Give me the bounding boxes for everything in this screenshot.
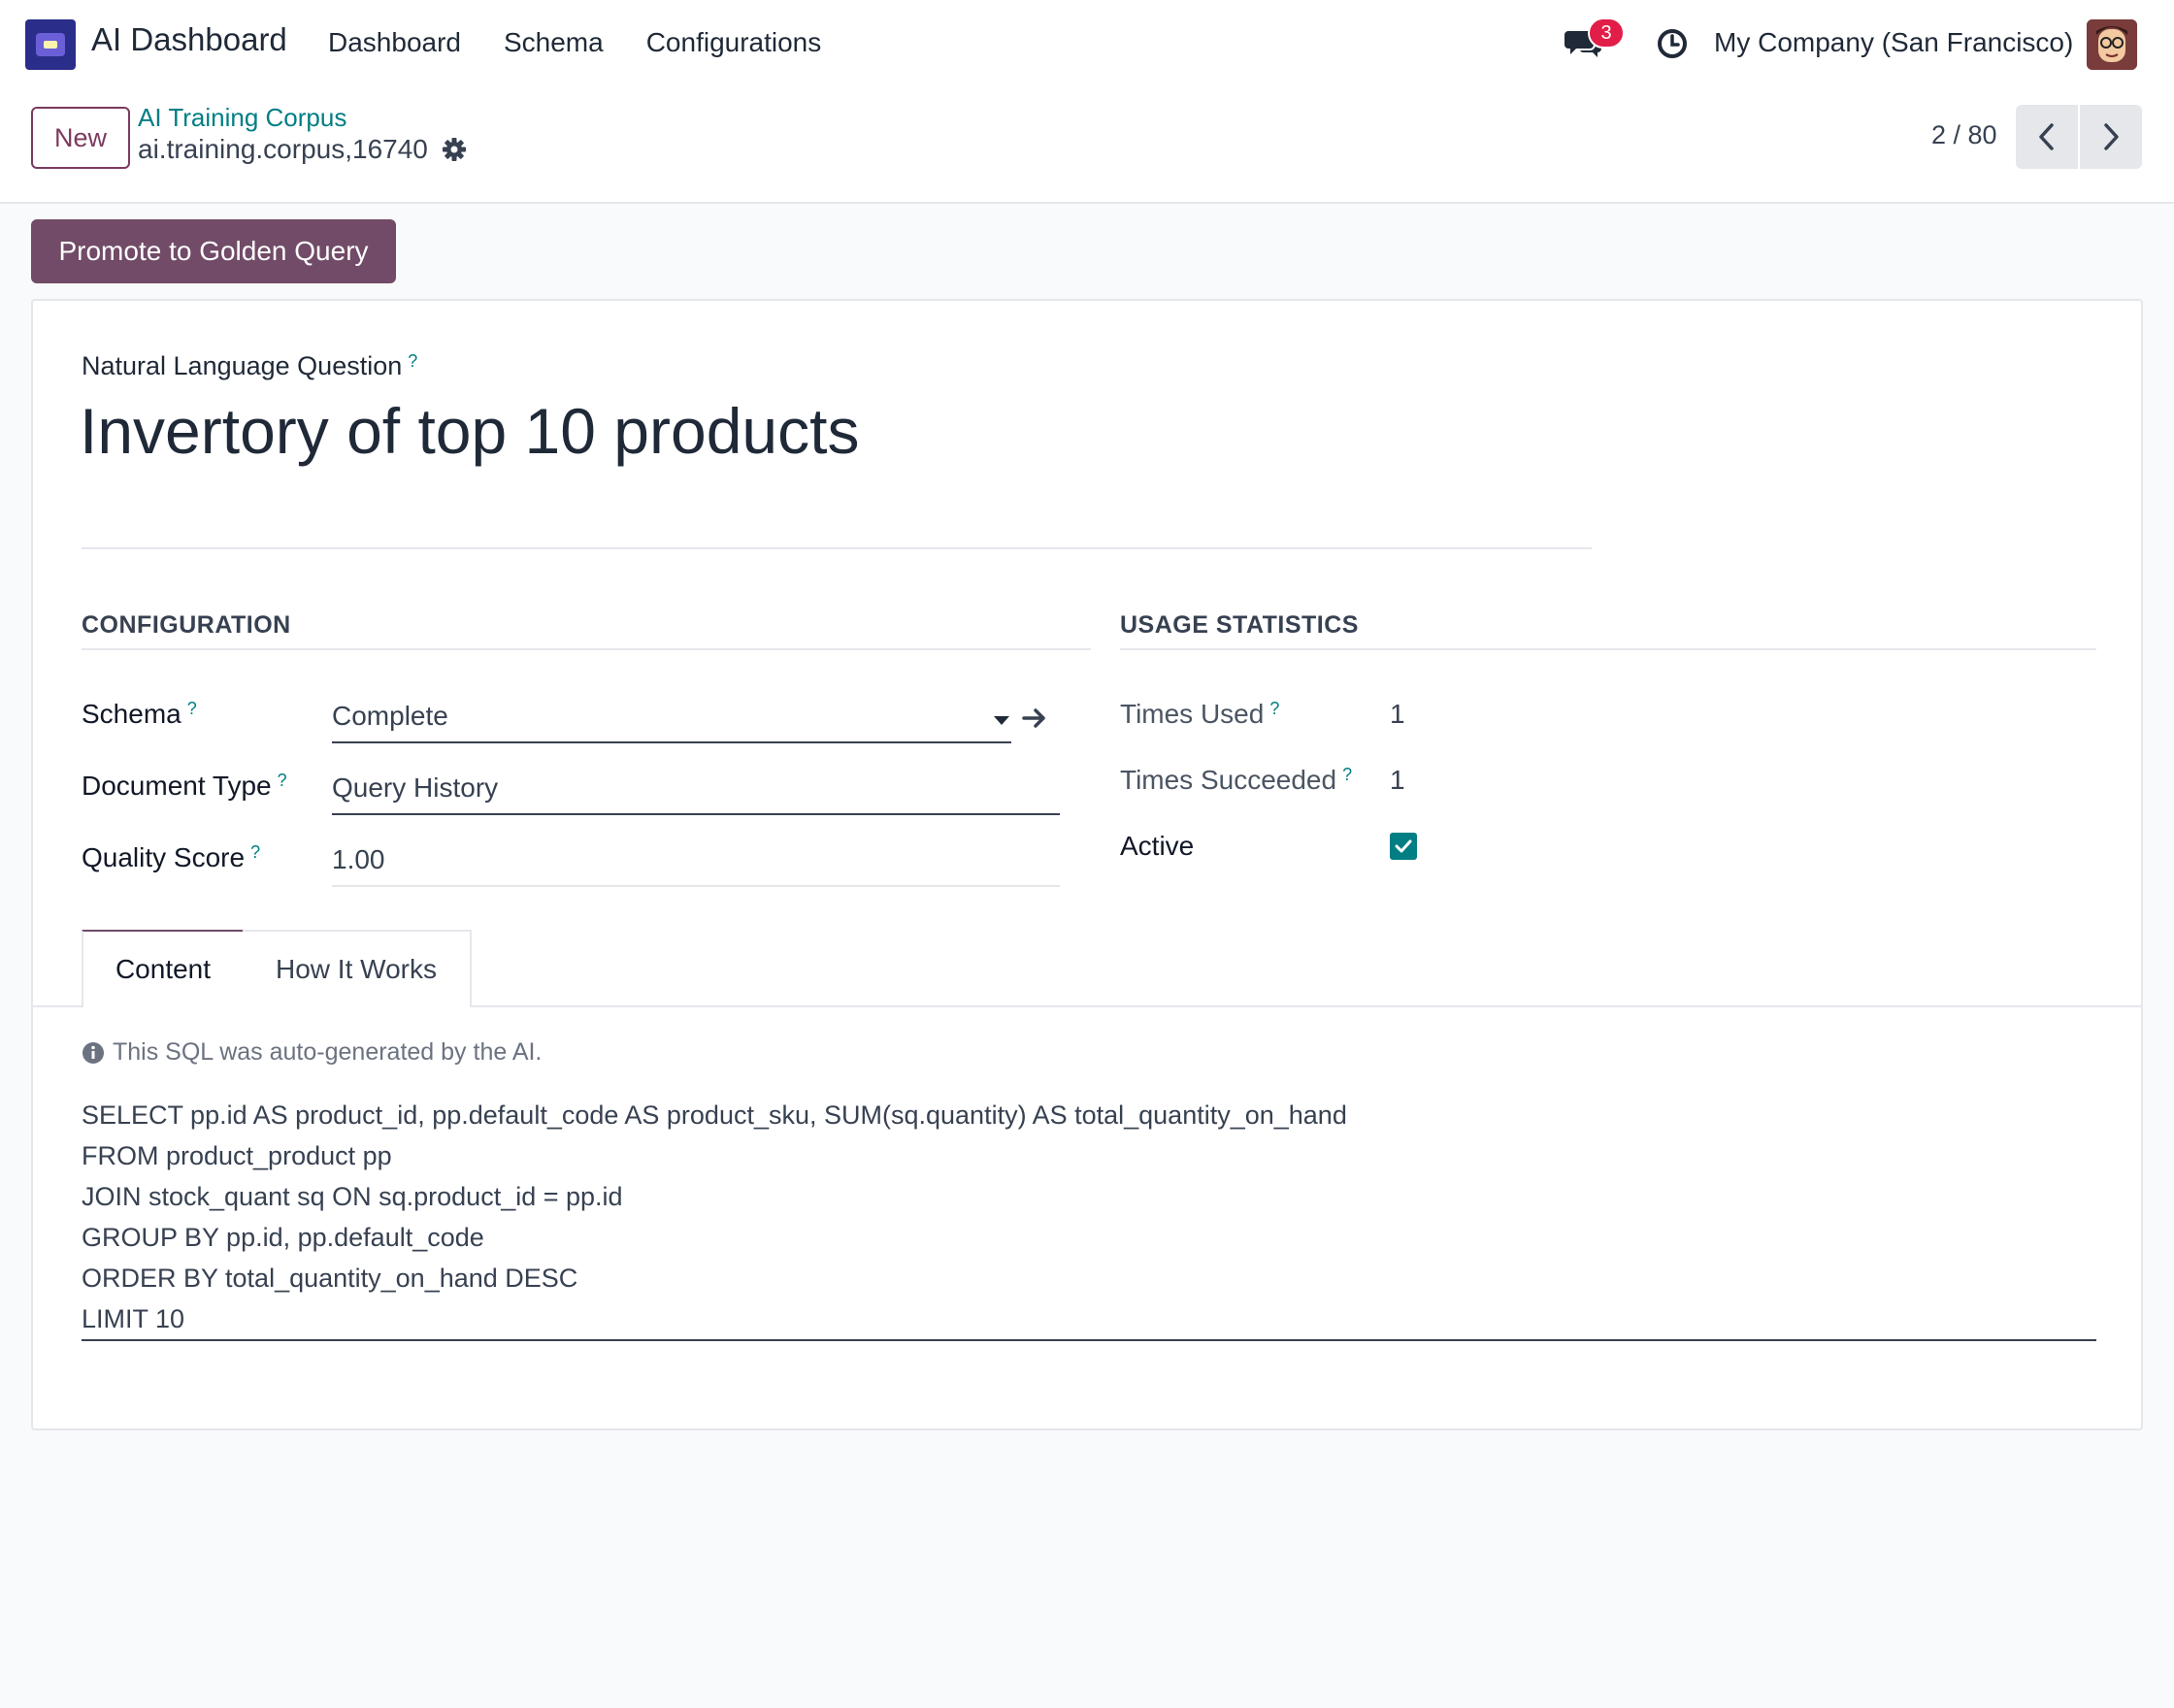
sql-line: LIMIT 10 <box>82 1304 185 1333</box>
help-icon[interactable]: ? <box>1342 765 1352 784</box>
app-icon[interactable] <box>25 19 76 70</box>
pager-value[interactable]: 2 / 80 <box>1931 120 1997 150</box>
active-checkbox[interactable] <box>1390 833 1417 860</box>
control-panel: New AI Training Corpus ai.training.corpu… <box>0 89 2174 204</box>
user-avatar[interactable] <box>2087 19 2137 70</box>
help-icon[interactable]: ? <box>1269 699 1279 718</box>
gear-icon[interactable] <box>442 137 467 162</box>
sql-line: SELECT pp.id AS product_id, pp.default_c… <box>82 1100 1347 1130</box>
message-count-badge: 3 <box>1588 17 1625 49</box>
app-name[interactable]: AI Dashboard <box>91 21 287 58</box>
new-button[interactable]: New <box>31 107 130 169</box>
menu-item-schema[interactable]: Schema <box>504 27 604 58</box>
tab-content[interactable]: Content <box>82 930 245 1007</box>
info-icon <box>82 1041 104 1064</box>
sql-editor[interactable]: SELECT pp.id AS product_id, pp.default_c… <box>82 1095 1347 1339</box>
chevron-right-icon <box>2104 123 2119 150</box>
chevron-left-icon <box>2039 123 2054 150</box>
sql-underline <box>82 1339 2096 1341</box>
times-succeeded-label: Times Succeeded? <box>1120 765 1353 795</box>
configuration-section-title: CONFIGURATION <box>82 611 291 639</box>
schema-label: Schema? <box>82 699 197 729</box>
times-used-value: 1 <box>1390 699 1405 729</box>
help-icon[interactable]: ? <box>278 771 287 790</box>
record-name: ai.training.corpus,16740 <box>138 134 428 164</box>
help-icon[interactable]: ? <box>250 842 260 862</box>
top-navbar: AI Dashboard Dashboard Schema Configurat… <box>0 0 2174 89</box>
document-type-underline <box>332 813 1060 815</box>
title-underline <box>82 547 1592 549</box>
configuration-divider <box>82 648 1091 650</box>
sql-line: FROM product_product pp <box>82 1141 392 1170</box>
record-title: ai.training.corpus,16740 <box>138 134 467 165</box>
times-succeeded-value: 1 <box>1390 765 1405 795</box>
quality-score-field[interactable]: 1.00 <box>332 844 385 875</box>
info-text: This SQL was auto-generated by the AI. <box>113 1038 543 1066</box>
schema-underline <box>332 741 1011 743</box>
document-type-label: Document Type? <box>82 771 287 801</box>
help-icon[interactable]: ? <box>408 351 417 371</box>
check-icon <box>1395 839 1412 853</box>
pager-previous-button[interactable] <box>2016 105 2078 169</box>
main-menu: Dashboard Schema Configurations <box>328 27 821 58</box>
arrow-right-icon[interactable] <box>1021 706 1048 730</box>
schema-select[interactable]: Complete <box>332 701 448 732</box>
usage-statistics-section-title: USAGE STATISTICS <box>1120 611 1359 639</box>
times-used-label: Times Used? <box>1120 699 1280 729</box>
document-type-field[interactable]: Query History <box>332 772 498 804</box>
question-title[interactable]: Invertory of top 10 products <box>80 394 859 468</box>
question-label: Natural Language Question? <box>82 351 418 380</box>
form-sheet: Natural Language Question? Invertory of … <box>31 299 2143 1430</box>
info-message: This SQL was auto-generated by the AI. <box>82 1038 542 1067</box>
sql-line: JOIN stock_quant sq ON sq.product_id = p… <box>82 1182 623 1211</box>
promote-to-golden-query-button[interactable]: Promote to Golden Query <box>31 219 396 283</box>
sql-line: ORDER BY total_quantity_on_hand DESC <box>82 1264 578 1293</box>
breadcrumb[interactable]: AI Training Corpus <box>138 103 346 133</box>
quality-score-underline <box>332 885 1060 887</box>
usage-statistics-divider <box>1120 648 2096 650</box>
quality-score-label: Quality Score? <box>82 842 261 872</box>
menu-item-configurations[interactable]: Configurations <box>646 27 822 58</box>
menu-item-dashboard[interactable]: Dashboard <box>328 27 461 58</box>
company-switcher[interactable]: My Company (San Francisco) <box>1714 27 2073 58</box>
tab-how-it-works[interactable]: How It Works <box>243 930 472 1007</box>
pager-next-button[interactable] <box>2080 105 2142 169</box>
help-icon[interactable]: ? <box>187 699 197 718</box>
clock-icon[interactable] <box>1656 27 1689 60</box>
active-label: Active <box>1120 831 1195 861</box>
chevron-down-icon[interactable] <box>994 716 1009 725</box>
sql-line: GROUP BY pp.id, pp.default_code <box>82 1223 484 1252</box>
